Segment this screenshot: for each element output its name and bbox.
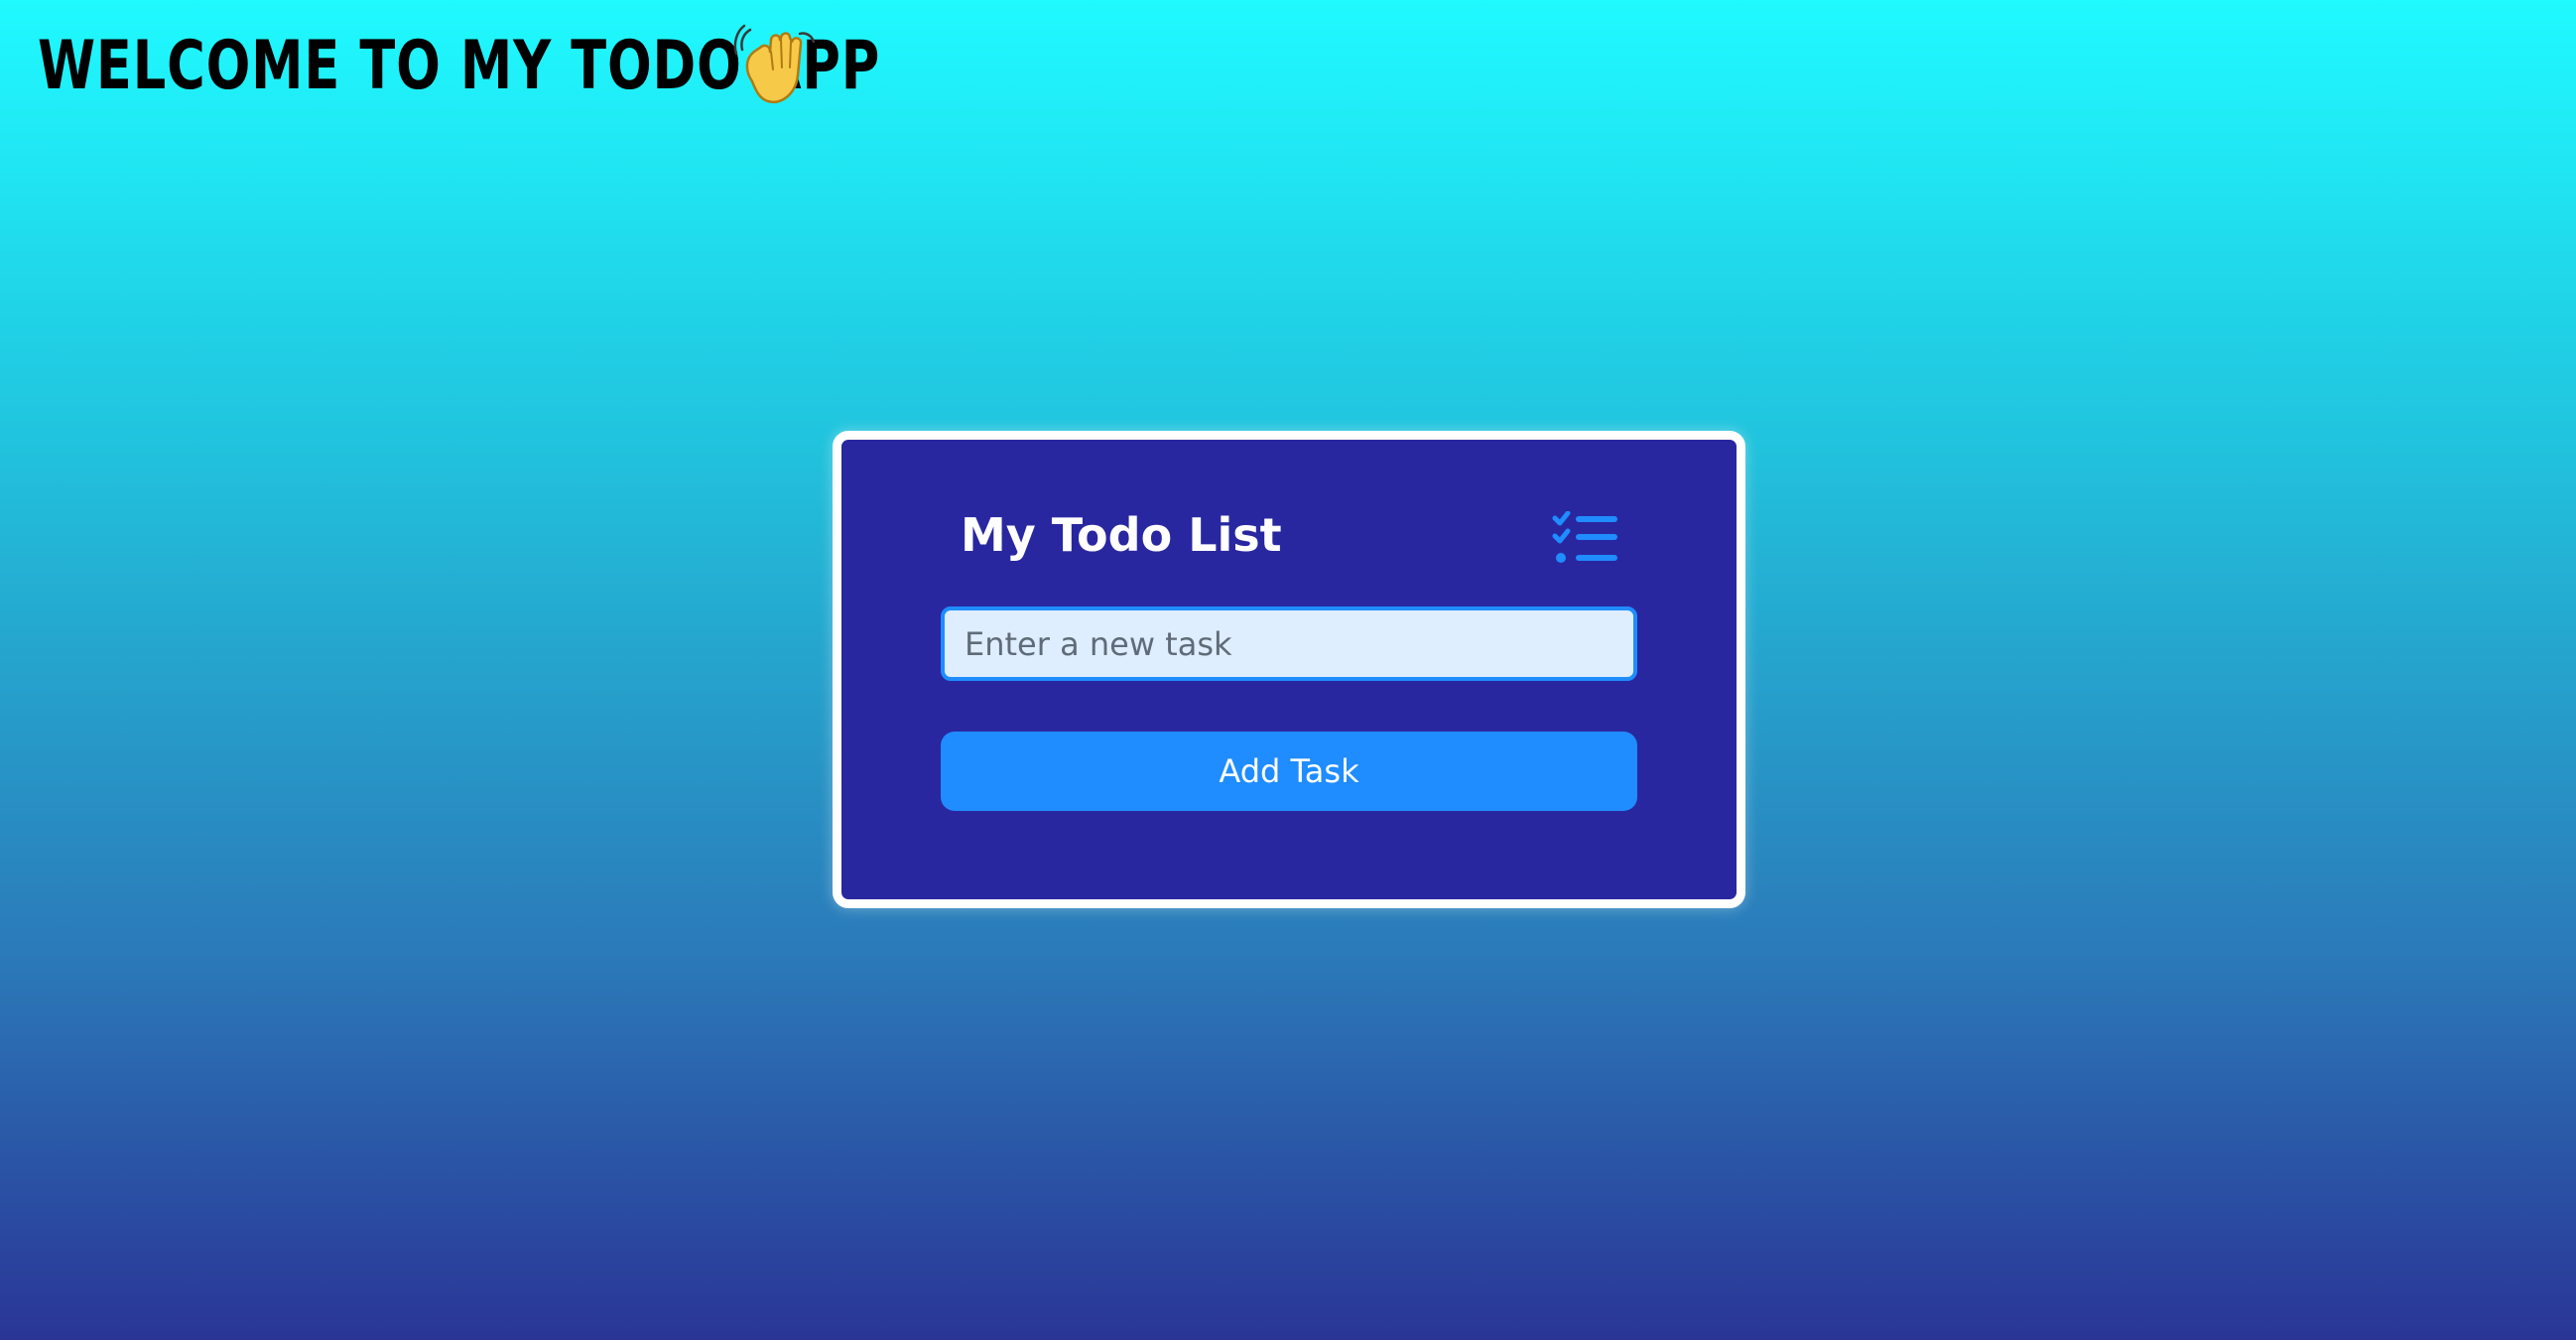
checklist-icon [1552,510,1619,567]
waving-hand-icon [730,22,822,111]
add-task-button[interactable]: Add Task [941,732,1637,811]
card-title: My Todo List [961,508,1282,562]
new-task-input[interactable] [941,606,1637,681]
todo-card: My Todo List Add Task [833,431,1745,908]
